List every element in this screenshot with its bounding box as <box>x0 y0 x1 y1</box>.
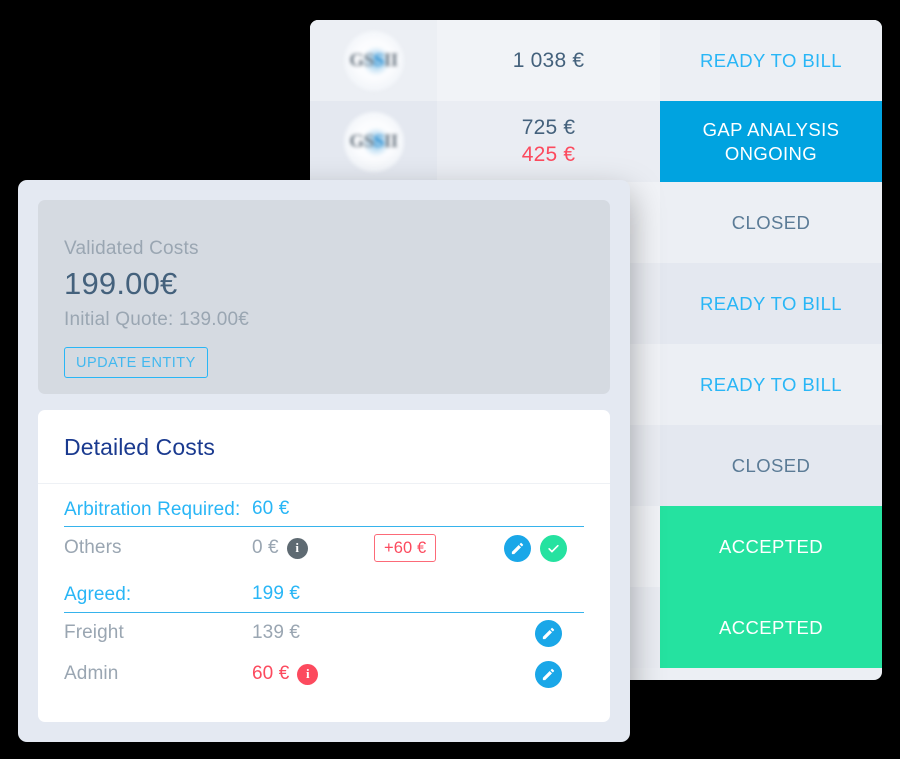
cost-group-heading: Agreed: 199 € <box>64 569 584 613</box>
status-badge[interactable]: CLOSED <box>660 425 882 506</box>
cost-row-actions <box>504 534 589 562</box>
cost-row: Others 0 € i +60 € <box>64 527 584 569</box>
cost-row-amount: 0 € <box>252 537 279 559</box>
cost-row-delta: +60 € <box>374 534 504 563</box>
table-row[interactable]: GSSII 1 038 € READY TO BILL <box>310 20 882 101</box>
cost-row-label: Others <box>64 537 122 559</box>
cost-row-value: 0 € i <box>252 537 374 559</box>
screenshot-stage: GSSII 1 038 € READY TO BILL GSSII 725 € 425 €… <box>0 0 900 759</box>
status-badge[interactable]: ACCEPTED <box>660 587 882 668</box>
cost-row: Freight 139 € <box>64 613 584 654</box>
company-logo-icon: GSSII <box>343 30 404 91</box>
amount-cell: 1 038 € <box>437 20 660 101</box>
logo-mark: GSSII <box>349 49 398 71</box>
status-badge[interactable]: CLOSED <box>660 182 882 263</box>
detailed-costs-panel: Detailed Costs Arbitration Required: 60 €… <box>38 410 610 722</box>
cost-row-actions <box>504 619 584 647</box>
initial-quote-text: Initial Quote: 139.00€ <box>64 309 250 330</box>
cost-row-amount: 60 € <box>252 663 290 685</box>
amount-cell: 725 € 425 € <box>437 101 660 182</box>
logo-cell: GSSII <box>310 20 437 101</box>
update-entity-button[interactable]: UPDATE ENTITY <box>64 347 208 378</box>
cost-row-actions <box>504 660 584 688</box>
validated-costs-panel: Validated Costs 199.00€ Initial Quote: 1… <box>38 200 610 394</box>
cost-row-label: Freight <box>64 622 124 644</box>
validated-costs-value: 199.00€ <box>64 266 178 301</box>
status-badge[interactable]: READY TO BILL <box>660 263 882 344</box>
status-badge[interactable]: ACCEPTED <box>660 506 882 587</box>
detailed-costs-title: Detailed Costs <box>38 410 610 484</box>
status-badge[interactable]: READY TO BILL <box>660 20 882 101</box>
cost-row-amount: 139 € <box>252 622 301 644</box>
edit-icon[interactable] <box>535 660 562 688</box>
edit-icon[interactable] <box>535 619 562 647</box>
cost-detail-card: Validated Costs 199.00€ Initial Quote: 1… <box>18 180 630 742</box>
validated-costs-label: Validated Costs <box>64 238 199 259</box>
status-badge[interactable]: READY TO BILL <box>660 344 882 425</box>
cost-row: Admin 60 € i <box>64 654 584 695</box>
cost-group-label: Agreed: <box>64 584 132 606</box>
cost-row-value: 60 € i <box>252 663 374 685</box>
detailed-costs-list: Arbitration Required: 60 € Others 0 € i +60 €… <box>38 484 610 695</box>
company-logo-icon: GSSII <box>343 111 404 172</box>
info-icon[interactable]: i <box>286 537 308 559</box>
amount-primary: 725 € <box>521 116 576 139</box>
cost-group-heading: Arbitration Required: 60 € <box>64 484 584 528</box>
check-icon[interactable] <box>540 534 567 562</box>
cost-group-value: 60 € <box>252 498 290 519</box>
logo-mark: GSSII <box>349 130 398 152</box>
amount-primary: 1 038 € <box>512 48 585 72</box>
cost-row-label: Admin <box>64 663 119 685</box>
status-badge[interactable]: GAP ANALYSIS ONGOING <box>660 101 882 182</box>
cost-row-value: 139 € <box>252 622 374 644</box>
cost-group-label: Arbitration Required: <box>64 499 241 520</box>
table-row[interactable]: GSSII 725 € 425 € GAP ANALYSIS ONGOING <box>310 101 882 182</box>
delta-badge: +60 € <box>374 534 437 563</box>
info-icon[interactable]: i <box>297 663 319 685</box>
edit-icon[interactable] <box>504 534 531 562</box>
cost-group-value: 199 € <box>252 583 301 605</box>
amount-secondary: 425 € <box>521 143 576 166</box>
logo-cell: GSSII <box>310 101 437 182</box>
